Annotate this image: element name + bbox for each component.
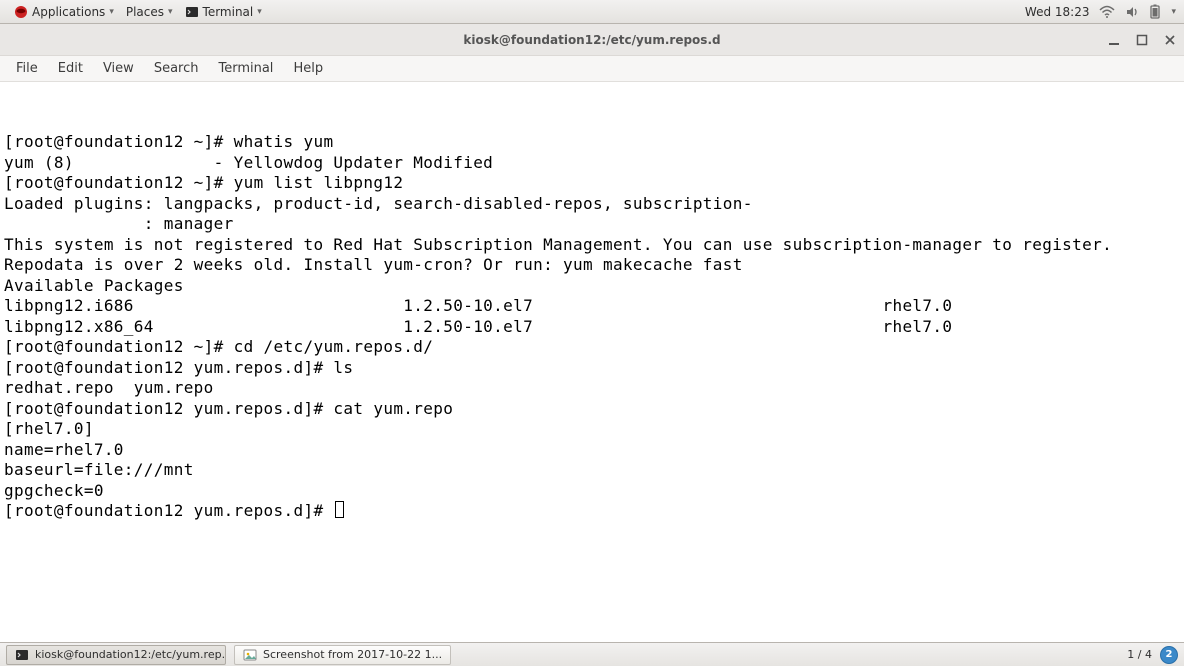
applications-label: Applications xyxy=(32,5,105,19)
menubar: File Edit View Search Terminal Help xyxy=(0,56,1184,82)
menu-view[interactable]: View xyxy=(93,58,144,79)
menu-search[interactable]: Search xyxy=(144,58,209,79)
places-label: Places xyxy=(126,5,164,19)
terminal-window: kiosk@foundation12:/etc/yum.repos.d File… xyxy=(0,24,1184,642)
window-title: kiosk@foundation12:/etc/yum.repos.d xyxy=(463,33,720,47)
workspace-indicator: 1 / 4 2 xyxy=(1127,646,1178,664)
top-panel: Applications ▾ Places ▾ Terminal ▾ Wed 1… xyxy=(0,0,1184,24)
minimize-button[interactable] xyxy=(1106,32,1122,48)
terminal-prompt: [root@foundation12 yum.repos.d]# xyxy=(4,501,333,520)
running-app-indicator[interactable]: Terminal ▾ xyxy=(179,0,268,23)
bottom-panel: kiosk@foundation12:/etc/yum.rep... Scree… xyxy=(0,642,1184,666)
clock[interactable]: Wed 18:23 xyxy=(1025,5,1090,19)
chevron-down-icon: ▾ xyxy=(168,7,173,17)
chevron-down-icon: ▾ xyxy=(257,7,262,17)
workspace-badge[interactable]: 2 xyxy=(1160,646,1178,664)
maximize-button[interactable] xyxy=(1134,32,1150,48)
terminal-output[interactable]: [root@foundation12 ~]# whatis yum yum (8… xyxy=(0,82,1184,642)
terminal-cursor xyxy=(335,501,344,518)
running-app-label: Terminal xyxy=(203,5,254,19)
taskbar-item-label: Screenshot from 2017-10-22 1... xyxy=(263,648,442,661)
menu-file[interactable]: File xyxy=(6,58,48,79)
workspace-text[interactable]: 1 / 4 xyxy=(1127,648,1152,661)
terminal-icon xyxy=(185,5,199,19)
redhat-icon xyxy=(14,5,28,19)
window-controls xyxy=(1106,24,1178,55)
terminal-icon xyxy=(15,648,29,662)
battery-icon[interactable] xyxy=(1149,4,1161,20)
applications-menu[interactable]: Applications ▾ xyxy=(8,0,120,23)
image-icon xyxy=(243,648,257,662)
menu-terminal[interactable]: Terminal xyxy=(208,58,283,79)
chevron-down-icon: ▾ xyxy=(109,7,114,17)
wifi-icon[interactable] xyxy=(1099,5,1115,19)
taskbar-item-label: kiosk@foundation12:/etc/yum.rep... xyxy=(35,648,226,661)
menu-edit[interactable]: Edit xyxy=(48,58,93,79)
places-menu[interactable]: Places ▾ xyxy=(120,0,179,23)
window-titlebar[interactable]: kiosk@foundation12:/etc/yum.repos.d xyxy=(0,24,1184,56)
chevron-down-icon[interactable]: ▾ xyxy=(1171,7,1176,17)
taskbar-item-terminal[interactable]: kiosk@foundation12:/etc/yum.rep... xyxy=(6,645,226,665)
taskbar-item-screenshot[interactable]: Screenshot from 2017-10-22 1... xyxy=(234,645,451,665)
menu-help[interactable]: Help xyxy=(283,58,333,79)
volume-icon[interactable] xyxy=(1125,5,1139,19)
system-tray: Wed 18:23 ▾ xyxy=(1025,4,1176,20)
close-button[interactable] xyxy=(1162,32,1178,48)
